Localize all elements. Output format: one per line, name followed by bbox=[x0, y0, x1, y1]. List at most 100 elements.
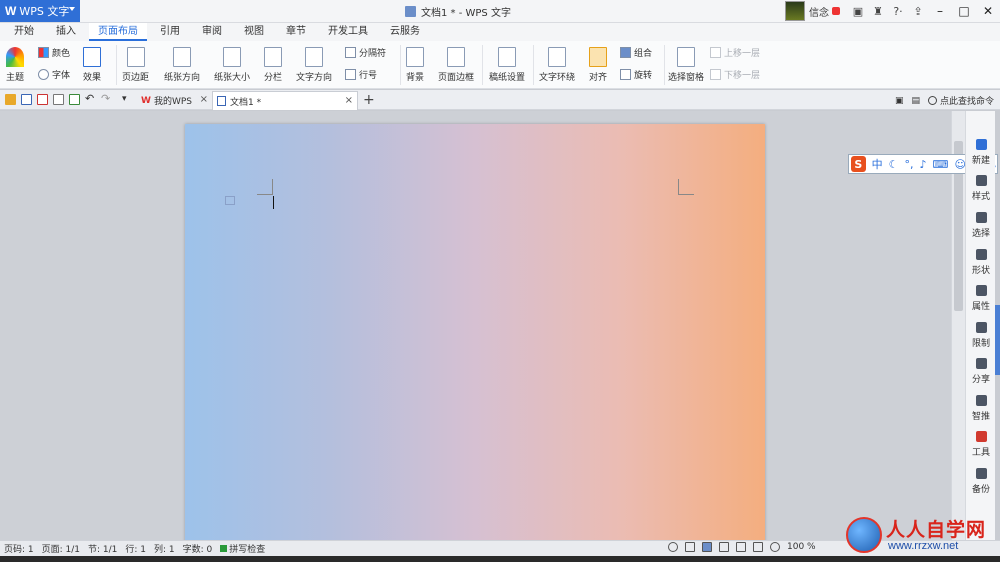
view-icon[interactable]: ▣ bbox=[895, 96, 904, 106]
help-icon[interactable]: ?· bbox=[888, 0, 908, 22]
align-button[interactable]: 对齐 bbox=[589, 47, 607, 83]
restrict-icon bbox=[975, 322, 987, 333]
search-icon bbox=[927, 96, 937, 105]
avatar[interactable] bbox=[785, 1, 805, 21]
tab-chapter[interactable]: 章节 bbox=[277, 23, 315, 41]
side-select[interactable]: 选择 bbox=[966, 212, 996, 239]
wrap-text-button[interactable]: 文字环绕 bbox=[539, 47, 575, 83]
fullscreen-icon[interactable] bbox=[685, 542, 695, 552]
save-icon[interactable] bbox=[21, 94, 32, 105]
align-label: 对齐 bbox=[589, 73, 608, 83]
window-restore-icon[interactable]: ⇪ bbox=[908, 0, 928, 22]
skin-icon[interactable]: ♜ bbox=[868, 0, 888, 22]
minimize-button[interactable]: – bbox=[928, 0, 952, 22]
outline-view-icon[interactable] bbox=[719, 542, 729, 552]
ime-mode[interactable]: 中 bbox=[872, 156, 883, 172]
eye-protect-icon[interactable] bbox=[770, 542, 780, 552]
tab-home[interactable]: 开始 bbox=[5, 23, 43, 41]
tab-my-wps[interactable]: W 我的WPS × bbox=[137, 91, 212, 110]
manuscript-icon bbox=[498, 47, 516, 67]
line-number-button[interactable]: 行号 bbox=[345, 68, 377, 81]
side-properties-label: 属性 bbox=[971, 302, 990, 312]
side-shape[interactable]: 形状 bbox=[966, 249, 996, 276]
manuscript-button[interactable]: 稿纸设置 bbox=[489, 47, 525, 83]
check-icon bbox=[220, 545, 228, 552]
document-page[interactable] bbox=[185, 124, 765, 544]
tab-document1[interactable]: 文档1 * × bbox=[212, 91, 358, 110]
spell-check-toggle[interactable]: 拼写检查 bbox=[216, 542, 269, 555]
margins-button[interactable]: 页边距 bbox=[122, 47, 149, 83]
print-preview-icon[interactable] bbox=[69, 94, 80, 105]
orientation-icon bbox=[173, 47, 191, 67]
sogou-logo-icon[interactable]: S bbox=[851, 156, 866, 172]
side-restrict-label: 限制 bbox=[971, 339, 990, 349]
separator-button[interactable]: 分隔符 bbox=[345, 46, 386, 59]
print-icon[interactable] bbox=[53, 94, 64, 105]
page-view-icon[interactable] bbox=[702, 542, 712, 552]
vertical-scrollbar[interactable] bbox=[951, 111, 965, 540]
theme-button[interactable]: 主题 bbox=[6, 47, 24, 83]
user-name[interactable]: 信念 bbox=[809, 4, 829, 19]
paste-options-icon[interactable] bbox=[225, 196, 235, 205]
page-size-button[interactable]: 纸张大小 bbox=[214, 47, 250, 83]
tab-insert[interactable]: 插入 bbox=[47, 23, 85, 41]
tab-cloud[interactable]: 云服务 bbox=[381, 23, 429, 41]
side-new[interactable]: 新建 bbox=[966, 139, 996, 166]
document-icon bbox=[405, 6, 416, 17]
effect-button[interactable]: 效果 bbox=[83, 47, 101, 83]
side-tools[interactable]: 工具 bbox=[966, 431, 996, 458]
web-view-icon[interactable] bbox=[736, 542, 746, 552]
tab-developer[interactable]: 开发工具 bbox=[319, 23, 377, 41]
new-tab-plus-icon[interactable]: + bbox=[363, 92, 375, 108]
find-command-box[interactable]: ▣ ▤ 点此查找命令 bbox=[895, 94, 994, 108]
maximize-button[interactable]: □ bbox=[952, 0, 976, 22]
reading-view-icon[interactable] bbox=[753, 542, 763, 552]
moon-icon[interactable]: ☾ bbox=[889, 158, 899, 171]
side-recommend[interactable]: 智推 bbox=[966, 395, 996, 422]
notify-icon[interactable]: ▣ bbox=[848, 0, 868, 22]
open-icon[interactable] bbox=[5, 94, 16, 105]
font-button[interactable]: 字体 bbox=[38, 68, 70, 81]
page-border-button[interactable]: 页面边框 bbox=[438, 47, 474, 83]
app-menu-button[interactable]: W WPS 文字 bbox=[0, 0, 80, 22]
view-mode-icon[interactable]: ▤ bbox=[911, 96, 920, 106]
columns-label: 分栏 bbox=[264, 73, 283, 83]
side-properties[interactable]: 属性 bbox=[966, 285, 996, 312]
rotate-button[interactable]: 旋转 bbox=[620, 68, 652, 81]
keyboard-icon[interactable]: ⌨ bbox=[933, 158, 949, 171]
tab-view[interactable]: 视图 bbox=[235, 23, 273, 41]
tab-page-layout[interactable]: 页面布局 bbox=[89, 23, 147, 41]
punctuation-icon[interactable]: °, bbox=[905, 158, 914, 171]
undo-icon[interactable]: ↶ bbox=[85, 92, 96, 105]
export-pdf-icon[interactable] bbox=[37, 94, 48, 105]
status-row: 行: 1 bbox=[125, 545, 147, 555]
bring-forward-button[interactable]: 上移一层 bbox=[710, 46, 760, 59]
columns-button[interactable]: 分栏 bbox=[264, 47, 282, 83]
background-button[interactable]: 背景 bbox=[406, 47, 424, 83]
redo-icon[interactable]: ↷ bbox=[101, 92, 112, 105]
color-button[interactable]: 颜色 bbox=[38, 46, 70, 59]
close-icon[interactable]: × bbox=[345, 95, 353, 106]
status-page-code: 页码: 1 bbox=[4, 545, 34, 555]
tab-review[interactable]: 审阅 bbox=[193, 23, 231, 41]
send-backward-label: 下移一层 bbox=[724, 71, 761, 81]
customize-chevron-icon[interactable]: ▾ bbox=[122, 94, 133, 105]
side-panel-collapse-handle[interactable] bbox=[995, 305, 1000, 375]
close-button[interactable]: ✕ bbox=[976, 0, 1000, 22]
close-icon[interactable]: × bbox=[200, 94, 208, 105]
selection-pane-button[interactable]: 选择窗格 bbox=[668, 47, 704, 83]
tab-references[interactable]: 引用 bbox=[151, 23, 189, 41]
side-style[interactable]: 样式 bbox=[966, 175, 996, 202]
orientation-button[interactable]: 纸张方向 bbox=[164, 47, 200, 83]
side-restrict[interactable]: 限制 bbox=[966, 322, 996, 349]
status-words[interactable]: 字数: 0 bbox=[179, 542, 217, 555]
clock-icon[interactable] bbox=[668, 542, 678, 552]
mic-icon[interactable]: ♪ bbox=[920, 158, 927, 171]
group-button[interactable]: 组合 bbox=[620, 46, 652, 59]
side-backup[interactable]: 备份 bbox=[966, 468, 996, 495]
text-direction-button[interactable]: 文字方向 bbox=[296, 47, 332, 83]
wrap-text-label: 文字环绕 bbox=[539, 73, 576, 83]
zoom-level[interactable]: 100 % bbox=[787, 542, 816, 552]
side-share[interactable]: 分享 bbox=[966, 358, 996, 385]
send-backward-button[interactable]: 下移一层 bbox=[710, 68, 760, 81]
